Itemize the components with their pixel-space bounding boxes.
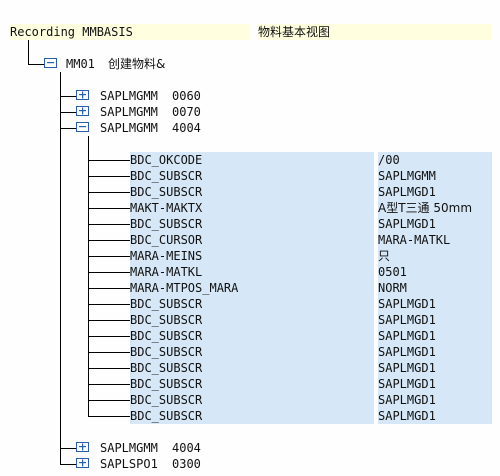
- field-value[interactable]: SAPLMGD1: [378, 392, 492, 408]
- field-name[interactable]: BDC_SUBSCR: [130, 360, 374, 376]
- field-value[interactable]: SAPLMGD1: [378, 344, 492, 360]
- root-node-label[interactable]: 创建物料&: [108, 56, 165, 72]
- field-name[interactable]: BDC_SUBSCR: [130, 312, 374, 328]
- field-name[interactable]: BDC_SUBSCR: [130, 328, 374, 344]
- recording-description: 物料基本视图: [258, 24, 492, 40]
- field-value[interactable]: SAPLMGD1: [378, 376, 492, 392]
- tree-line-root: [28, 40, 29, 64]
- tree-line-field: [88, 320, 130, 321]
- tree-line-prog-2: [60, 128, 76, 129]
- field-name[interactable]: BDC_SUBSCR: [130, 184, 374, 200]
- tree-line-field: [88, 160, 130, 161]
- program-screen[interactable]: 0300: [172, 456, 201, 472]
- program-screen[interactable]: 4004: [172, 440, 201, 456]
- field-value[interactable]: SAPLMGMM: [378, 168, 492, 184]
- tree-line-field: [88, 272, 130, 273]
- folder-closed-icon[interactable]: [76, 89, 90, 101]
- field-value[interactable]: /00: [378, 152, 492, 168]
- tree-line-prog-0: [60, 96, 76, 97]
- field-value[interactable]: SAPLMGD1: [378, 328, 492, 344]
- recording-label: Recording MMBASIS: [10, 24, 250, 40]
- tree-line-field: [88, 192, 130, 193]
- program-screen[interactable]: 4004: [172, 120, 201, 136]
- tree-line-prog-1: [60, 112, 76, 113]
- field-name[interactable]: BDC_CURSOR: [130, 232, 374, 248]
- tree-line-trailing-0: [60, 448, 76, 449]
- program-name[interactable]: SAPLMGMM: [100, 88, 158, 104]
- field-name[interactable]: BDC_SUBSCR: [130, 296, 374, 312]
- tree-line-field: [88, 336, 130, 337]
- program-name[interactable]: SAPLSPO1: [100, 456, 158, 472]
- program-name[interactable]: SAPLMGMM: [100, 104, 158, 120]
- tree-line-field: [88, 256, 130, 257]
- tree-line-field: [88, 240, 130, 241]
- field-value[interactable]: A型T三通 50mm: [378, 200, 492, 216]
- field-name[interactable]: BDC_SUBSCR: [130, 408, 374, 424]
- tree-line-root-h: [28, 64, 44, 65]
- field-value[interactable]: SAPLMGD1: [378, 312, 492, 328]
- tree-line-field: [88, 416, 130, 417]
- field-name[interactable]: BDC_SUBSCR: [130, 344, 374, 360]
- tree-line-field: [88, 400, 130, 401]
- tree-line-field: [88, 208, 130, 209]
- field-value[interactable]: 0501: [378, 264, 492, 280]
- folder-closed-icon[interactable]: [76, 105, 90, 117]
- field-value[interactable]: SAPLMGD1: [378, 296, 492, 312]
- field-name[interactable]: BDC_SUBSCR: [130, 376, 374, 392]
- field-name[interactable]: BDC_SUBSCR: [130, 168, 374, 184]
- program-name[interactable]: SAPLMGMM: [100, 120, 158, 136]
- field-name[interactable]: BDC_OKCODE: [130, 152, 374, 168]
- field-value[interactable]: SAPLMGD1: [378, 216, 492, 232]
- tree-line-level1: [60, 72, 61, 464]
- tree-line-field: [88, 224, 130, 225]
- tree-line-trailing-1: [60, 464, 76, 465]
- tree-line-field: [88, 352, 130, 353]
- folder-open-icon[interactable]: [76, 121, 90, 133]
- field-value[interactable]: NORM: [378, 280, 492, 296]
- tree-line-field: [88, 304, 130, 305]
- field-value[interactable]: SAPLMGD1: [378, 360, 492, 376]
- folder-open-icon[interactable]: [44, 57, 58, 69]
- program-name[interactable]: SAPLMGMM: [100, 440, 158, 456]
- field-name[interactable]: BDC_SUBSCR: [130, 216, 374, 232]
- field-name[interactable]: MARA-MEINS: [130, 248, 374, 264]
- field-name[interactable]: MARA-MTPOS_MARA: [130, 280, 374, 296]
- field-value[interactable]: MARA-MATKL: [378, 232, 492, 248]
- field-name[interactable]: BDC_SUBSCR: [130, 392, 374, 408]
- tree-line-field: [88, 384, 130, 385]
- field-name[interactable]: MAKT-MAKTX: [130, 200, 374, 216]
- tree-line-field: [88, 368, 130, 369]
- program-screen[interactable]: 0060: [172, 88, 201, 104]
- program-screen[interactable]: 0070: [172, 104, 201, 120]
- tree-line-field: [88, 288, 130, 289]
- field-value[interactable]: 只: [378, 248, 492, 264]
- field-value[interactable]: SAPLMGD1: [378, 408, 492, 424]
- tree-line-field: [88, 176, 130, 177]
- field-name[interactable]: MARA-MATKL: [130, 264, 374, 280]
- tree-line-level2: [88, 136, 89, 416]
- folder-closed-icon[interactable]: [76, 441, 90, 453]
- field-value[interactable]: SAPLMGD1: [378, 184, 492, 200]
- folder-closed-icon[interactable]: [76, 457, 90, 469]
- root-node-code[interactable]: MM01: [66, 56, 95, 72]
